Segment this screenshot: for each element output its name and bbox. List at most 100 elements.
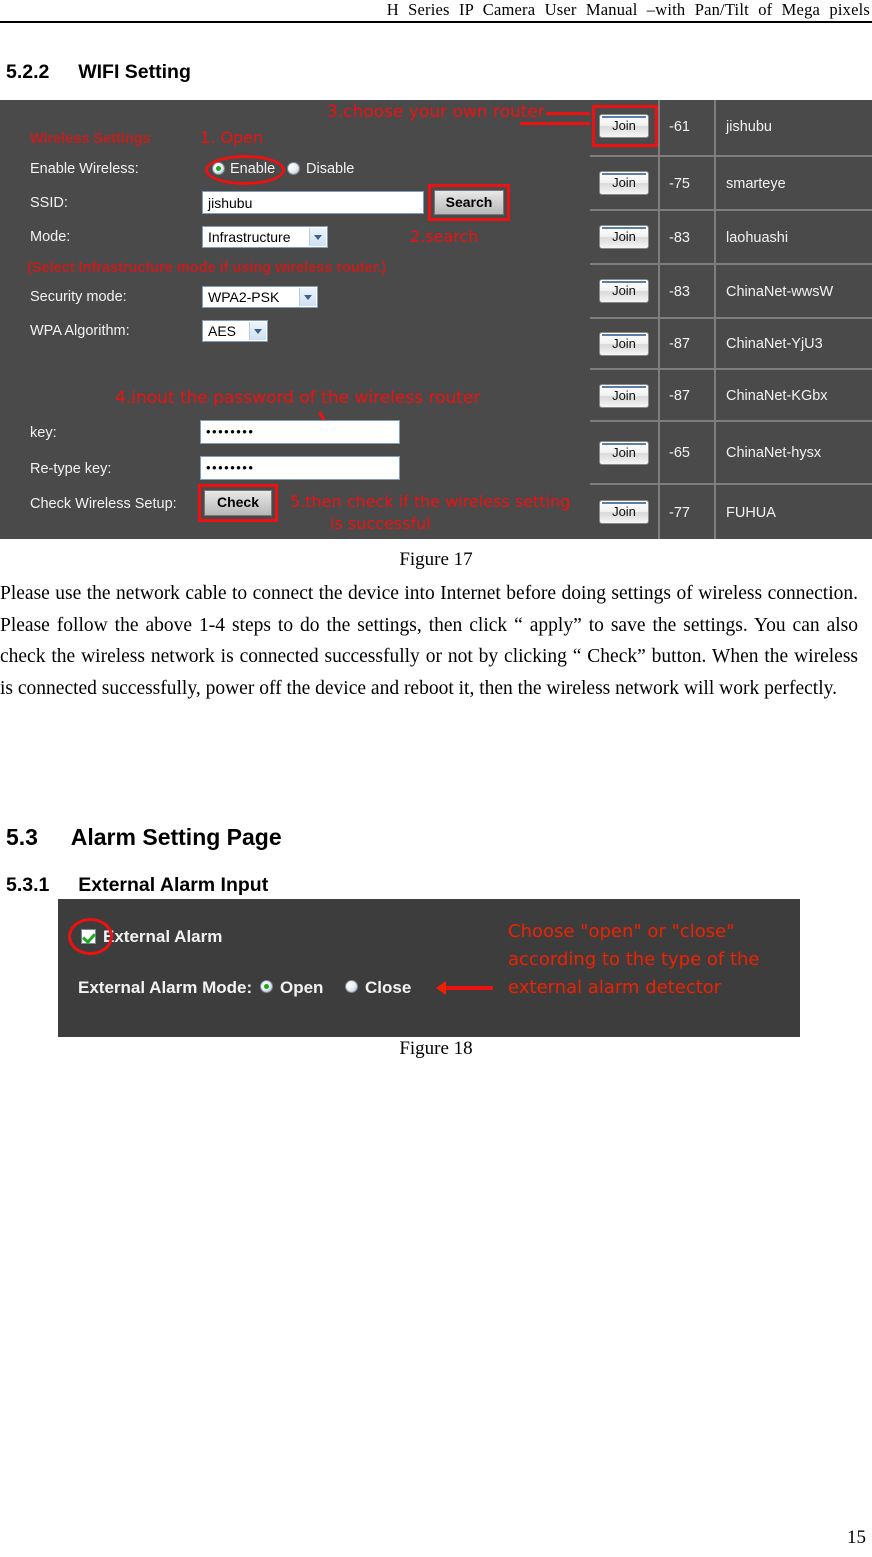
annotation-step-3-arrow-stem (520, 122, 523, 125)
label-wpa-algorithm: WPA Algorithm: (30, 323, 130, 339)
ssid-input[interactable]: jishubu (202, 191, 424, 214)
annotation-ellipse-enable (205, 155, 285, 185)
chevron-down-icon[interactable] (309, 228, 326, 246)
security-mode-select[interactable]: WPA2-PSK (202, 286, 318, 308)
join-button[interactable]: Join (599, 500, 649, 524)
table-cell-join: Join (590, 319, 658, 368)
join-button[interactable]: Join (599, 225, 649, 249)
table-row[interactable]: Join -65 ChinaNet-hysx (590, 420, 872, 483)
annotation-step-5-line2: is successful (330, 514, 431, 533)
join-button[interactable]: Join (599, 171, 649, 195)
table-cell-signal: -75 (658, 157, 714, 209)
label-external-alarm-mode: External Alarm Mode: (78, 978, 253, 997)
label-security-mode: Security mode: (30, 289, 127, 305)
label-ssid: SSID: (30, 195, 68, 211)
annotation-step-3: 3.choose your own router (327, 102, 545, 122)
annotation-rect-first-join (592, 105, 658, 147)
key-input[interactable]: •••••••• (200, 420, 400, 444)
join-button[interactable]: Join (599, 384, 649, 408)
radio-alarm-mode-open[interactable] (260, 980, 273, 993)
join-button[interactable]: Join (599, 441, 649, 465)
chevron-down-icon[interactable] (299, 288, 316, 306)
label-radio-disable: Disable (306, 161, 355, 177)
table-cell-signal: -61 (658, 100, 714, 155)
label-external-alarm: External Alarm (103, 927, 223, 946)
annotation-step-5-line1: 5.then check if the wireless setting (290, 492, 571, 511)
annotation-arrow-head (436, 981, 446, 995)
table-cell-ssid: ChinaNet-wwsW (714, 265, 872, 317)
label-check-wireless-setup: Check Wireless Setup: (30, 496, 177, 512)
annotation-rect-check (198, 484, 278, 522)
wpa-algorithm-select[interactable]: AES (202, 320, 268, 342)
heading-alarm-title: Alarm Setting Page (70, 824, 282, 850)
label-mode: Mode: (30, 229, 71, 245)
heading-wifi-setting: 5.2.2 WIFI Setting (6, 61, 191, 84)
table-cell-ssid: ChinaNet-YjU3 (714, 319, 872, 368)
figure-18-screenshot: External Alarm External Alarm Mode: Open… (58, 899, 800, 1037)
header-divider (0, 21, 872, 23)
table-cell-signal: -83 (658, 265, 714, 317)
label-alarm-mode-close: Close (365, 978, 412, 997)
annotation-arrow-line (443, 986, 493, 990)
page-number: 15 (847, 1527, 866, 1548)
retype-key-input[interactable]: •••••••• (200, 456, 400, 480)
annotation-step-1: 1. Open (200, 128, 264, 147)
heading-alarm-setting-page: 5.3 Alarm Setting Page (6, 824, 282, 851)
table-cell-ssid: FUHUA (714, 485, 872, 539)
table-cell-signal: -65 (658, 422, 714, 483)
heading-wifi-title: WIFI Setting (78, 61, 191, 83)
body-paragraph: Please use the network cable to connect … (0, 583, 858, 699)
table-cell-join: Join (590, 422, 658, 483)
annotation-step-4: 4.inout the password of the wireless rou… (115, 388, 481, 408)
label-retype-key: Re-type key: (30, 461, 112, 477)
mode-select-value: Infrastructure (208, 229, 291, 245)
heading-alarm-number: 5.3 (6, 824, 38, 850)
label-enable-wireless: Enable Wireless: (30, 161, 139, 177)
infrastructure-note: (Select Infrastructure mode if using wir… (27, 260, 387, 276)
wpa-algorithm-select-value: AES (208, 323, 237, 339)
security-mode-select-value: WPA2-PSK (208, 289, 280, 305)
table-cell-signal: -77 (658, 485, 714, 539)
join-button[interactable]: Join (599, 279, 649, 303)
table-row[interactable]: Join -87 ChinaNet-YjU3 (590, 317, 872, 368)
table-cell-signal: -87 (658, 370, 714, 420)
running-header: H Series IP Camera User Manual –with Pan… (0, 0, 872, 22)
table-row[interactable]: Join -77 FUHUA (590, 483, 872, 539)
radio-enable-wireless-disable[interactable] (287, 162, 300, 175)
table-row[interactable]: Join -75 smarteye (590, 155, 872, 209)
table-cell-signal: -83 (658, 211, 714, 263)
heading-wifi-number: 5.2.2 (6, 61, 50, 83)
table-cell-join: Join (590, 370, 658, 420)
annotation-step-2: 2.search (410, 227, 479, 246)
annotation-rect-search (428, 184, 510, 221)
figure-17-caption: Figure 17 (399, 549, 473, 570)
heading-external-alarm-input: 5.3.1 External Alarm Input (6, 874, 268, 897)
annotation-ellipse-checkbox (68, 918, 113, 955)
label-alarm-mode-open: Open (280, 978, 324, 997)
radio-alarm-mode-close[interactable] (345, 980, 358, 993)
table-cell-ssid: jishubu (714, 100, 872, 155)
wireless-settings-title: Wireless Settings (30, 131, 151, 147)
wireless-network-list: Join -61 jishubu Join -75 smarteye Join … (590, 100, 872, 539)
mode-select[interactable]: Infrastructure (202, 226, 328, 248)
join-button[interactable]: Join (599, 332, 649, 356)
table-cell-join: Join (590, 485, 658, 539)
table-row[interactable]: Join -87 ChinaNet-KGbx (590, 368, 872, 420)
table-row[interactable]: Join -83 laohuashi (590, 209, 872, 263)
table-cell-join: Join (590, 265, 658, 317)
running-header-text: H Series IP Camera User Manual –with Pan… (386, 0, 870, 19)
table-cell-ssid: laohuashi (714, 211, 872, 263)
table-cell-signal: -87 (658, 319, 714, 368)
table-cell-ssid: smarteye (714, 157, 872, 209)
chevron-down-icon[interactable] (249, 322, 266, 340)
table-cell-join: Join (590, 157, 658, 209)
annotation-alarm-line1: Choose "open" or "close" (508, 921, 735, 942)
figure-18-caption: Figure 18 (399, 1038, 473, 1059)
table-cell-ssid: ChinaNet-hysx (714, 422, 872, 483)
annotation-alarm-line2: according to the type of the (508, 949, 760, 970)
table-cell-ssid: ChinaNet-KGbx (714, 370, 872, 420)
table-cell-join: Join (590, 211, 658, 263)
label-key: key: (30, 425, 57, 441)
wireless-settings-panel: Wireless Settings 1. Open 3.choose your … (0, 100, 648, 539)
table-row[interactable]: Join -83 ChinaNet-wwsW (590, 263, 872, 317)
